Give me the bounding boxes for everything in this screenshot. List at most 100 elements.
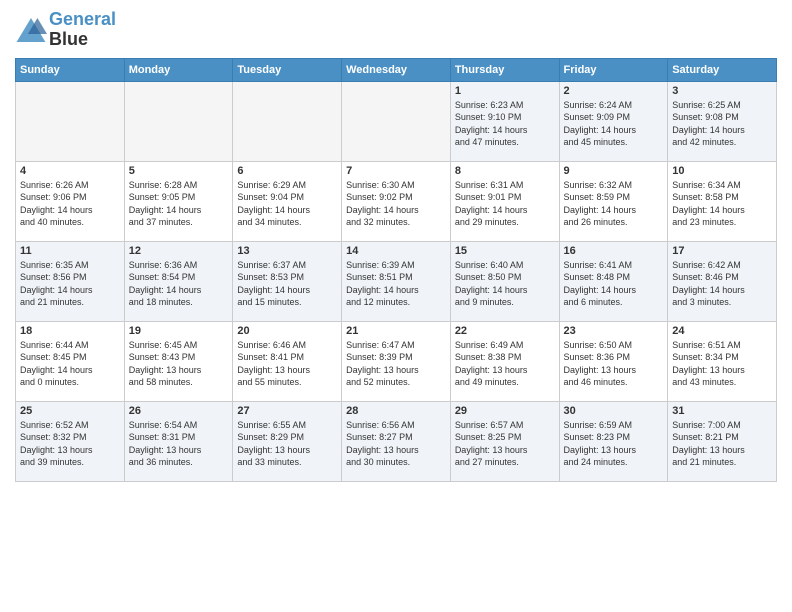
day-info: Sunrise: 6:59 AM Sunset: 8:23 PM Dayligh…	[564, 419, 664, 469]
day-info: Sunrise: 6:40 AM Sunset: 8:50 PM Dayligh…	[455, 259, 555, 309]
day-info: Sunrise: 6:49 AM Sunset: 8:38 PM Dayligh…	[455, 339, 555, 389]
day-info: Sunrise: 6:39 AM Sunset: 8:51 PM Dayligh…	[346, 259, 446, 309]
day-info: Sunrise: 6:42 AM Sunset: 8:46 PM Dayligh…	[672, 259, 772, 309]
day-info: Sunrise: 6:37 AM Sunset: 8:53 PM Dayligh…	[237, 259, 337, 309]
calendar-day-cell: 5 Sunrise: 6:28 AM Sunset: 9:05 PM Daylig…	[124, 161, 233, 241]
calendar-day-cell: 4 Sunrise: 6:26 AM Sunset: 9:06 PM Daylig…	[16, 161, 125, 241]
day-number: 13	[237, 245, 337, 257]
weekday-header-wednesday: Wednesday	[342, 58, 451, 81]
calendar-day-cell: 27Sunrise: 6:55 AM Sunset: 8:29 PM Dayli…	[233, 401, 342, 481]
calendar-day-cell: 22 Sunrise: 6:49 AM Sunset: 8:38 PM Dayli…	[450, 321, 559, 401]
day-number: 6	[237, 165, 337, 177]
calendar-day-cell: 13 Sunrise: 6:37 AM Sunset: 8:53 PM Dayli…	[233, 241, 342, 321]
day-info: Sunrise: 6:36 AM Sunset: 8:54 PM Dayligh…	[129, 259, 229, 309]
day-info: Sunrise: 7:00 AM Sunset: 8:21 PM Dayligh…	[672, 419, 772, 469]
day-info: Sunrise: 6:47 AM Sunset: 8:39 PM Dayligh…	[346, 339, 446, 389]
weekday-header-thursday: Thursday	[450, 58, 559, 81]
calendar-day-cell: 25 Sunrise: 6:52 AM Sunset: 8:32 PM Dayli…	[16, 401, 125, 481]
calendar-day-cell: 28 Sunrise: 6:56 AM Sunset: 8:27 PM Dayli…	[342, 401, 451, 481]
day-number: 19	[129, 325, 229, 337]
day-info: Sunrise: 6:57 AM Sunset: 8:25 PM Dayligh…	[455, 419, 555, 469]
day-info: Sunrise: 6:56 AM Sunset: 8:27 PM Dayligh…	[346, 419, 446, 469]
day-info: Sunrise: 6:26 AM Sunset: 9:06 PM Dayligh…	[20, 179, 120, 229]
calendar-day-cell: 3 Sunrise: 6:25 AM Sunset: 9:08 PM Daylig…	[668, 81, 777, 161]
day-info: Sunrise: 6:54 AM Sunset: 8:31 PM Dayligh…	[129, 419, 229, 469]
calendar-day-cell: 2Sunrise: 6:24 AM Sunset: 9:09 PM Daylig…	[559, 81, 668, 161]
calendar-day-cell	[233, 81, 342, 161]
day-number: 9	[564, 165, 664, 177]
day-number: 24	[672, 325, 772, 337]
day-number: 26	[129, 405, 229, 417]
day-info: Sunrise: 6:25 AM Sunset: 9:08 PM Dayligh…	[672, 99, 772, 149]
day-number: 14	[346, 245, 446, 257]
day-number: 7	[346, 165, 446, 177]
day-number: 22	[455, 325, 555, 337]
day-number: 25	[20, 405, 120, 417]
calendar-day-cell: 15 Sunrise: 6:40 AM Sunset: 8:50 PM Dayli…	[450, 241, 559, 321]
day-info: Sunrise: 6:23 AM Sunset: 9:10 PM Dayligh…	[455, 99, 555, 149]
day-number: 8	[455, 165, 555, 177]
day-info: Sunrise: 6:24 AM Sunset: 9:09 PM Dayligh…	[564, 99, 664, 149]
calendar-day-cell: 19 Sunrise: 6:45 AM Sunset: 8:43 PM Dayli…	[124, 321, 233, 401]
day-number: 11	[20, 245, 120, 257]
day-info: Sunrise: 6:32 AM Sunset: 8:59 PM Dayligh…	[564, 179, 664, 229]
day-info: Sunrise: 6:45 AM Sunset: 8:43 PM Dayligh…	[129, 339, 229, 389]
day-number: 3	[672, 85, 772, 97]
calendar-day-cell: 31 Sunrise: 7:00 AM Sunset: 8:21 PM Dayli…	[668, 401, 777, 481]
calendar-day-cell: 17 Sunrise: 6:42 AM Sunset: 8:46 PM Dayli…	[668, 241, 777, 321]
day-number: 12	[129, 245, 229, 257]
day-info: Sunrise: 6:51 AM Sunset: 8:34 PM Dayligh…	[672, 339, 772, 389]
day-info: Sunrise: 6:46 AM Sunset: 8:41 PM Dayligh…	[237, 339, 337, 389]
day-info: Sunrise: 6:29 AM Sunset: 9:04 PM Dayligh…	[237, 179, 337, 229]
day-number: 15	[455, 245, 555, 257]
calendar-day-cell: 9 Sunrise: 6:32 AM Sunset: 8:59 PM Daylig…	[559, 161, 668, 241]
logo: GeneralBlue	[15, 10, 116, 50]
calendar-day-cell: 1 Sunrise: 6:23 AM Sunset: 9:10 PM Daylig…	[450, 81, 559, 161]
day-number: 4	[20, 165, 120, 177]
day-number: 1	[455, 85, 555, 97]
calendar-day-cell: 20Sunrise: 6:46 AM Sunset: 8:41 PM Dayli…	[233, 321, 342, 401]
day-number: 30	[564, 405, 664, 417]
calendar-day-cell	[16, 81, 125, 161]
calendar-day-cell: 18Sunrise: 6:44 AM Sunset: 8:45 PM Dayli…	[16, 321, 125, 401]
weekday-header-saturday: Saturday	[668, 58, 777, 81]
logo-text: GeneralBlue	[49, 10, 116, 50]
calendar-day-cell: 29Sunrise: 6:57 AM Sunset: 8:25 PM Dayli…	[450, 401, 559, 481]
day-number: 31	[672, 405, 772, 417]
calendar-day-cell: 26 Sunrise: 6:54 AM Sunset: 8:31 PM Dayli…	[124, 401, 233, 481]
calendar-day-cell	[124, 81, 233, 161]
day-number: 28	[346, 405, 446, 417]
day-number: 10	[672, 165, 772, 177]
weekday-header-row: SundayMondayTuesdayWednesdayThursdayFrid…	[16, 58, 777, 81]
day-number: 23	[564, 325, 664, 337]
calendar-week-row: 11 Sunrise: 6:35 AM Sunset: 8:56 PM Dayli…	[16, 241, 777, 321]
day-number: 5	[129, 165, 229, 177]
calendar-day-cell: 23 Sunrise: 6:50 AM Sunset: 8:36 PM Dayli…	[559, 321, 668, 401]
day-info: Sunrise: 6:41 AM Sunset: 8:48 PM Dayligh…	[564, 259, 664, 309]
calendar-day-cell: 7Sunrise: 6:30 AM Sunset: 9:02 PM Daylig…	[342, 161, 451, 241]
day-info: Sunrise: 6:52 AM Sunset: 8:32 PM Dayligh…	[20, 419, 120, 469]
calendar-week-row: 1 Sunrise: 6:23 AM Sunset: 9:10 PM Daylig…	[16, 81, 777, 161]
calendar-day-cell: 10 Sunrise: 6:34 AM Sunset: 8:58 PM Dayli…	[668, 161, 777, 241]
calendar-day-cell: 24 Sunrise: 6:51 AM Sunset: 8:34 PM Dayli…	[668, 321, 777, 401]
weekday-header-sunday: Sunday	[16, 58, 125, 81]
calendar-day-cell: 30 Sunrise: 6:59 AM Sunset: 8:23 PM Dayli…	[559, 401, 668, 481]
calendar-table: SundayMondayTuesdayWednesdayThursdayFrid…	[15, 58, 777, 482]
weekday-header-monday: Monday	[124, 58, 233, 81]
calendar-day-cell: 8 Sunrise: 6:31 AM Sunset: 9:01 PM Daylig…	[450, 161, 559, 241]
weekday-header-friday: Friday	[559, 58, 668, 81]
day-number: 17	[672, 245, 772, 257]
weekday-header-tuesday: Tuesday	[233, 58, 342, 81]
day-info: Sunrise: 6:31 AM Sunset: 9:01 PM Dayligh…	[455, 179, 555, 229]
calendar-week-row: 18Sunrise: 6:44 AM Sunset: 8:45 PM Dayli…	[16, 321, 777, 401]
day-info: Sunrise: 6:34 AM Sunset: 8:58 PM Dayligh…	[672, 179, 772, 229]
day-number: 16	[564, 245, 664, 257]
day-info: Sunrise: 6:35 AM Sunset: 8:56 PM Dayligh…	[20, 259, 120, 309]
day-info: Sunrise: 6:50 AM Sunset: 8:36 PM Dayligh…	[564, 339, 664, 389]
page-header: GeneralBlue	[15, 10, 777, 50]
calendar-day-cell: 6 Sunrise: 6:29 AM Sunset: 9:04 PM Daylig…	[233, 161, 342, 241]
calendar-week-row: 4 Sunrise: 6:26 AM Sunset: 9:06 PM Daylig…	[16, 161, 777, 241]
day-info: Sunrise: 6:28 AM Sunset: 9:05 PM Dayligh…	[129, 179, 229, 229]
calendar-day-cell	[342, 81, 451, 161]
logo-icon	[15, 16, 47, 44]
